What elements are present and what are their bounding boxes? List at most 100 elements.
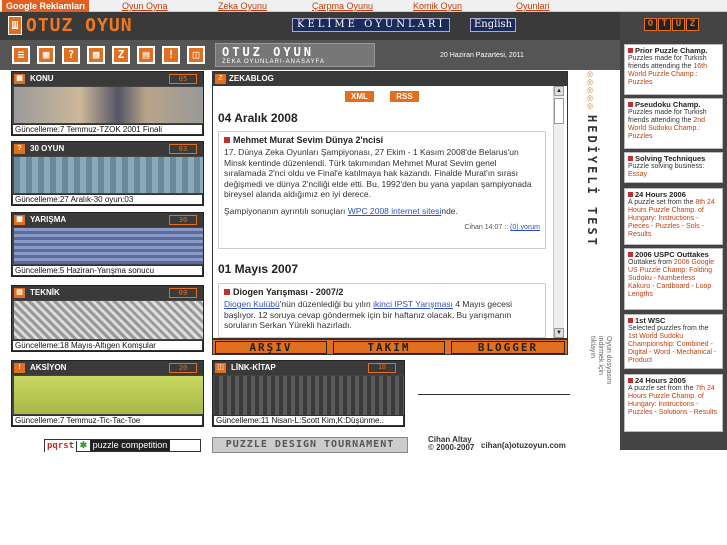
panel-link-kitap[interactable]: LİNK-KİTAP ◫ 18 Güncelleme:11 Nisan-L:Sc… bbox=[212, 360, 405, 427]
right-box-prior-puzzle[interactable]: Prior Puzzle Champ. Puzzles made for Tur… bbox=[624, 44, 723, 95]
rings-icon: ◎ ◎ ◎ ◎ ◎ bbox=[587, 71, 594, 110]
panel-number: 18 bbox=[368, 363, 396, 373]
hediyeli-test[interactable]: ◎ ◎ ◎ ◎ ◎ HEDİYELİ TEST Oyun dosyasını indir… bbox=[583, 71, 612, 391]
panel-number: 03 bbox=[169, 144, 197, 154]
blogger-button[interactable]: BLOGGER bbox=[451, 341, 565, 354]
brand-subtitle: ZEKA OYUNLARI-ANASAYFA bbox=[222, 59, 325, 65]
panel-number: 30 bbox=[169, 215, 197, 225]
wpc-link[interactable]: WPC 2008 internet sitesi bbox=[348, 206, 442, 216]
kelime-oyunlari-link[interactable]: KELİME OYUNLARI bbox=[292, 18, 451, 32]
right-box-uspc-2006[interactable]: 2006 USPC Outtakes Outtakes from 2006 Go… bbox=[624, 248, 723, 310]
blog-post: Diogen Yarışması - 2007/2 Diogen Kulübü'… bbox=[218, 283, 546, 338]
post-title[interactable]: Mehmet Murat Sevim Dünya 2'ncisi bbox=[224, 135, 540, 145]
bullet-icon bbox=[224, 137, 230, 143]
panel-number: 20 bbox=[169, 363, 197, 373]
nav-icon-exclaim[interactable]: ! bbox=[162, 46, 180, 64]
rss-button[interactable]: RSS bbox=[390, 91, 419, 102]
nav-icon-grid[interactable]: ▦ bbox=[37, 46, 55, 64]
right-box-pseudoku[interactable]: Pseudoku Champ. Puzzles made for Turkish… bbox=[624, 98, 723, 149]
copyright: Cihan Altay © 2000-2007 bbox=[428, 435, 475, 452]
post-title[interactable]: Diogen Yarışması - 2007/2 bbox=[224, 287, 540, 297]
tic-tac-toe-image[interactable] bbox=[14, 376, 203, 414]
books-image[interactable] bbox=[215, 376, 404, 416]
otuz-logo[interactable]: O T U Z bbox=[644, 18, 700, 31]
ad-link-zeka-oyunu[interactable]: Zeka Oyunu bbox=[218, 0, 267, 12]
ad-link-carpma-oyunu[interactable]: Çarpma Oyunu bbox=[312, 0, 373, 12]
pqrst-banner[interactable]: pqrst ✱ puzzle competition bbox=[44, 439, 201, 452]
right-box-24hours-2006[interactable]: 24 Hours 2006 A puzzle set from the 8th … bbox=[624, 188, 723, 245]
ad-bar: Google Reklamları Oyun Oyna Zeka Oyunu Ç… bbox=[0, 0, 727, 12]
hediyeli-test-title: HEDİYELİ TEST bbox=[585, 115, 599, 248]
exclaim-icon: ! bbox=[14, 363, 25, 373]
tiles-image[interactable] bbox=[14, 157, 203, 193]
brand-title: OTUZ OYUN bbox=[222, 45, 315, 59]
scroll-up-icon[interactable]: ▲ bbox=[554, 86, 564, 96]
arsiv-button[interactable]: ARŞİV bbox=[215, 341, 327, 354]
ipst-link[interactable]: ikinci IPST Yarışması bbox=[373, 299, 453, 309]
panel-konu[interactable]: KONU ▦ 05 Güncelleme:7 Temmuz-TZOK 2001 … bbox=[11, 71, 204, 136]
bullet-icon bbox=[628, 156, 633, 161]
logo-icon: Ш bbox=[8, 16, 22, 35]
grid-image[interactable] bbox=[14, 228, 203, 264]
grid-icon: ▦ bbox=[14, 74, 25, 84]
pattern-icon: ▩ bbox=[14, 215, 25, 225]
nav-icon-pattern[interactable]: ▩ bbox=[87, 46, 105, 64]
panel-update[interactable]: Güncelleme:5 Haziran-Yarışma sonucu bbox=[12, 265, 203, 276]
star-icon: ✱ bbox=[79, 440, 88, 450]
hexagon-image[interactable] bbox=[14, 301, 203, 339]
xml-button[interactable]: XML bbox=[345, 91, 374, 102]
entry-date: 04 Aralık 2008 bbox=[218, 111, 298, 125]
right-box-1st-wsc[interactable]: 1st WSC Selected puzzles from the 1st Wo… bbox=[624, 314, 723, 369]
english-link[interactable]: English bbox=[470, 18, 517, 32]
nav-icon-blocks[interactable]: ▤ bbox=[137, 46, 155, 64]
diogen-link[interactable]: Diogen Kulübü bbox=[224, 299, 280, 309]
panel-update[interactable]: Güncelleme:7 Temmuz-Tic-Tac-Toe bbox=[12, 415, 203, 426]
brand-banner: OTUZ OYUN ZEKA OYUNLARI-ANASAYFA bbox=[215, 43, 375, 67]
panel-yarisma[interactable]: YARIŞMA ▩ 30 Güncelleme:5 Haziran-Yarışm… bbox=[11, 212, 204, 277]
panel-update[interactable]: Güncelleme:18 Mayıs-Altıgen Komşular bbox=[12, 340, 203, 351]
nav-icon-question[interactable]: ? bbox=[62, 46, 80, 64]
panel-update[interactable]: Güncelleme:11 Nisan-L:Scott Kim,K:Düşünm… bbox=[213, 415, 404, 426]
blocks-icon: ▤ bbox=[14, 288, 25, 298]
bullet-icon bbox=[628, 252, 633, 257]
panel-update[interactable]: Güncelleme:27 Aralık-30 oyun:03 bbox=[12, 194, 203, 205]
nav-icon-z[interactable]: Z bbox=[112, 46, 130, 64]
wsc-link[interactable]: 1st World Sudoku Championship: Combined … bbox=[628, 333, 716, 364]
post-body: Diogen Kulübü'nün düzenlediği bu yılın i… bbox=[224, 299, 512, 330]
bullet-icon bbox=[628, 378, 633, 383]
nav-icon-menu[interactable]: ≡ bbox=[12, 46, 30, 64]
blog-post: Mehmet Murat Sevim Dünya 2'ncisi 17. Dün… bbox=[218, 131, 546, 249]
panel-30-oyun[interactable]: 30 OYUN ? 03 Güncelleme:27 Aralık-30 oyu… bbox=[11, 141, 204, 206]
pqrst-label: pqrst bbox=[45, 441, 78, 452]
ads-label[interactable]: Google Reklamları bbox=[2, 0, 90, 12]
panel-update[interactable]: Güncelleme:7 Temmuz-TZOK 2001 Finali bbox=[12, 124, 203, 135]
right-box-solving[interactable]: Solving Techniques Puzzle solving busine… bbox=[624, 152, 723, 183]
right-box-24hours-2005[interactable]: 24 Hours 2005 A puzzle set from the 7th … bbox=[624, 374, 723, 432]
post-meta: Cihan 14:07 :: (0) yorum bbox=[464, 224, 541, 231]
bullet-icon bbox=[224, 289, 230, 295]
puzzle-design-tournament-banner[interactable]: PUZZLE DESIGN TOURNAMENT bbox=[212, 437, 408, 453]
panel-teknik[interactable]: TEKNİK ▤ 09 Güncelleme:18 Mayıs-Altıgen … bbox=[11, 285, 204, 352]
takim-button[interactable]: TAKIM bbox=[333, 341, 445, 354]
site-logo[interactable]: Ш OTUZ OYUN bbox=[8, 16, 133, 38]
comments-link[interactable]: (0) yorum bbox=[510, 224, 540, 231]
scroll-thumb[interactable] bbox=[554, 98, 564, 124]
nav-icon-book[interactable]: ◫ bbox=[187, 46, 205, 64]
book-icon: ◫ bbox=[215, 363, 226, 373]
eye-image[interactable] bbox=[14, 87, 203, 123]
ad-link-oyun-oyna[interactable]: Oyun Oyna bbox=[122, 0, 168, 12]
current-date: 20 Haziran Pazartesi, 2011 bbox=[440, 52, 524, 59]
entry-date: 01 Mayıs 2007 bbox=[218, 262, 299, 276]
ad-link-oyunlari[interactable]: Oyunlari bbox=[516, 0, 550, 12]
scroll-down-icon[interactable]: ▼ bbox=[554, 328, 564, 338]
contact-email[interactable]: cihan(a)otuzoyun.com bbox=[481, 441, 566, 450]
panel-aksiyon[interactable]: AKSİYON ! 20 Güncelleme:7 Temmuz-Tic-Tac… bbox=[11, 360, 204, 427]
bullet-icon bbox=[628, 102, 633, 107]
post-body-results: Şampiyonanın ayrıntılı sonuçları WPC 200… bbox=[224, 205, 458, 216]
zekablog-title: ZEKABLOG bbox=[213, 72, 567, 86]
essay-link[interactable]: Essay bbox=[628, 171, 647, 178]
blog-nav-bar: ARŞİV TAKIM BLOGGER bbox=[212, 339, 568, 355]
blog-scrollbar[interactable]: ▲ ▼ bbox=[553, 86, 564, 338]
ad-link-komik-oyun[interactable]: Komik Oyun bbox=[413, 0, 462, 12]
puzzle-competition-label: puzzle competition bbox=[89, 440, 171, 451]
